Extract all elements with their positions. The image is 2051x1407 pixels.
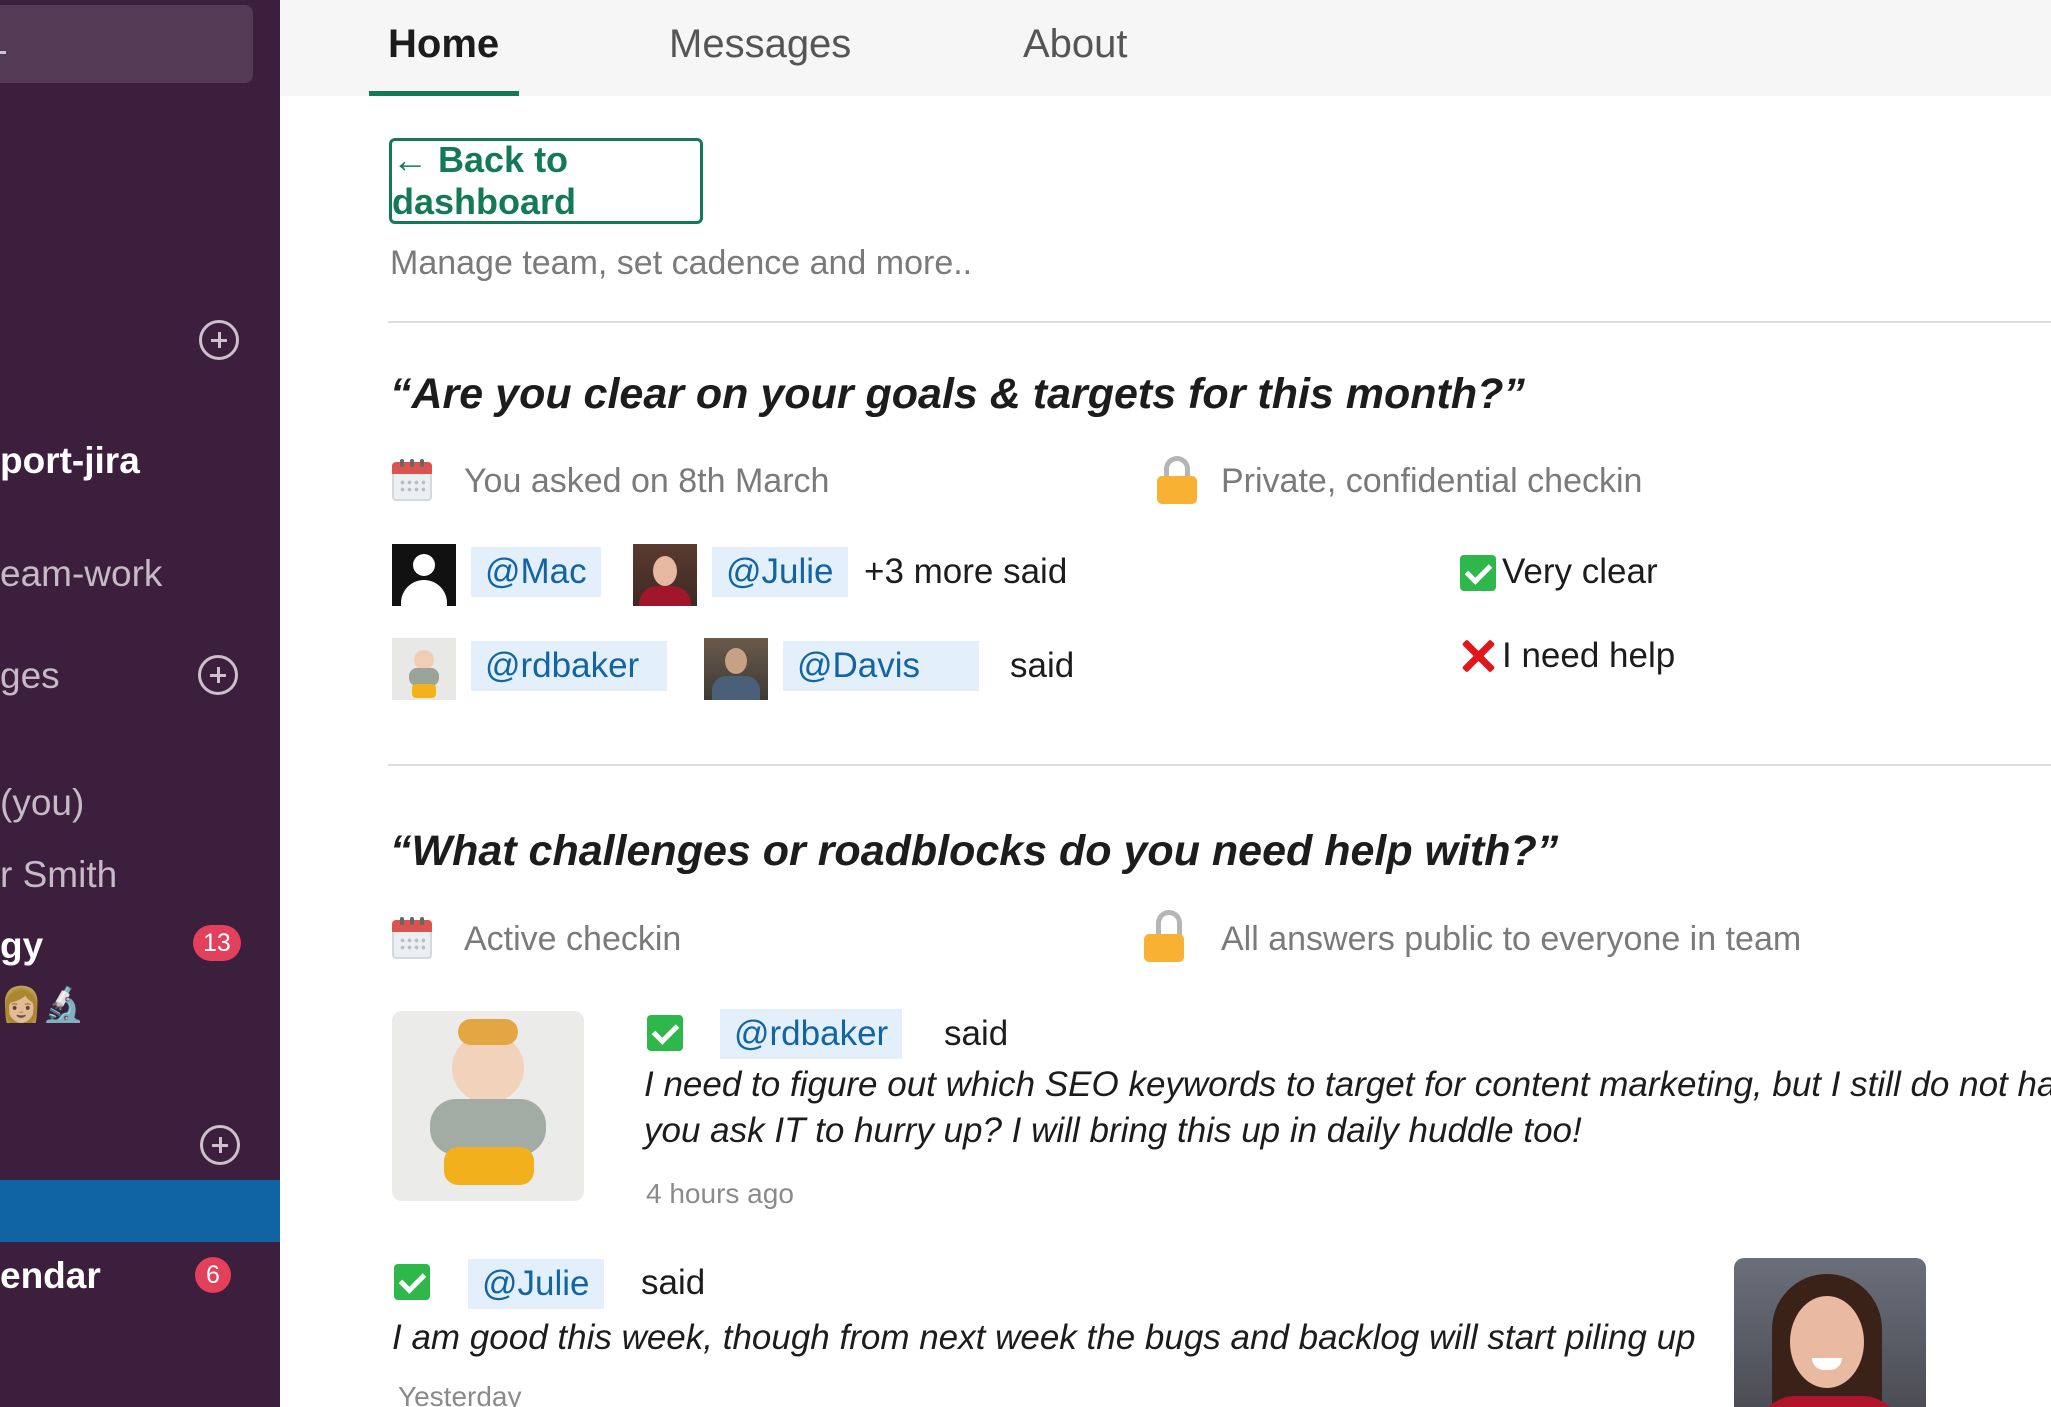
unread-badge: 13 xyxy=(193,925,241,961)
avatar[interactable] xyxy=(633,544,697,606)
sidebar: port-jira eam-work ges (you) r Smith gy … xyxy=(0,0,280,1407)
avatar[interactable] xyxy=(392,544,456,606)
main-content: ← Back to dashboard Manage team, set cad… xyxy=(280,96,2051,1407)
sidebar-item-smith[interactable]: r Smith xyxy=(0,854,117,896)
tab-about[interactable]: About xyxy=(1023,22,1128,67)
checkin-status: Active checkin xyxy=(464,920,682,958)
check-icon xyxy=(647,1015,683,1051)
add-message-icon[interactable] xyxy=(198,655,238,695)
tab-home[interactable]: Home xyxy=(388,22,499,67)
sidebar-item-calendar[interactable]: endar xyxy=(0,1255,101,1297)
divider xyxy=(388,321,2051,323)
sidebar-item-you[interactable]: (you) xyxy=(0,782,84,824)
tab-messages[interactable]: Messages xyxy=(669,22,851,67)
answer-text-line: I need to figure out which SEO keywords … xyxy=(644,1065,2051,1104)
checkin-question: “Are you clear on your goals & targets f… xyxy=(390,370,1525,418)
timestamp: Yesterday xyxy=(398,1381,522,1407)
timestamp: 4 hours ago xyxy=(646,1178,794,1209)
sidebar-item-technology[interactable]: gy xyxy=(0,925,43,967)
avatar[interactable] xyxy=(704,638,768,700)
tab-bar: Home Messages About xyxy=(280,0,2051,96)
lock-icon xyxy=(1157,456,1197,504)
sidebar-section-messages[interactable]: ges xyxy=(0,655,60,697)
said-text: said xyxy=(944,1014,1009,1053)
checkin-question: “What challenges or roadblocks do you ne… xyxy=(390,827,1559,875)
status-emoji-icon: 👩🏼🔬 xyxy=(0,986,85,1024)
user-mention[interactable]: @Mac xyxy=(471,547,601,597)
checkin-privacy: Private, confidential checkin xyxy=(1221,462,1643,500)
avatar[interactable] xyxy=(1734,1258,1926,1407)
answer-text-line: I am good this week, though from next we… xyxy=(392,1318,1696,1357)
said-text: said xyxy=(1010,646,1075,685)
add-channel-icon[interactable] xyxy=(199,320,239,360)
cross-icon xyxy=(1460,638,1496,674)
calendar-icon xyxy=(392,459,432,501)
checkin-date: You asked on 8th March xyxy=(464,462,830,500)
page-subtitle: Manage team, set cadence and more.. xyxy=(390,244,973,282)
more-said-text: +3 more said xyxy=(864,552,1068,591)
checkin-privacy: All answers public to everyone in team xyxy=(1221,920,1802,958)
avatar[interactable] xyxy=(392,638,456,700)
check-icon xyxy=(394,1264,430,1300)
answer-text-line: you ask IT to hurry up? I will bring thi… xyxy=(644,1111,1582,1150)
check-icon xyxy=(1460,555,1496,591)
unlock-icon xyxy=(1144,910,1184,962)
user-mention[interactable]: @Julie xyxy=(712,547,848,597)
sidebar-item-support-jira[interactable]: port-jira xyxy=(0,440,140,482)
sidebar-item-team-work[interactable]: eam-work xyxy=(0,553,162,595)
status-need-help: I need help xyxy=(1502,636,1676,675)
add-app-icon[interactable] xyxy=(200,1125,240,1165)
calendar-icon xyxy=(392,917,432,959)
status-very-clear: Very clear xyxy=(1502,552,1658,591)
sidebar-item-active[interactable] xyxy=(0,1180,280,1242)
search-bar[interactable] xyxy=(0,5,253,83)
user-mention[interactable]: @rdbaker xyxy=(720,1009,903,1059)
avatar[interactable] xyxy=(392,1011,584,1201)
user-mention[interactable]: @rdbaker xyxy=(471,641,667,691)
text-cursor xyxy=(0,51,6,54)
unread-badge: 6 xyxy=(195,1257,231,1293)
divider xyxy=(388,764,2051,766)
said-text: said xyxy=(641,1263,706,1302)
user-mention[interactable]: @Davis xyxy=(783,641,979,691)
user-mention[interactable]: @Julie xyxy=(468,1259,604,1309)
back-to-dashboard-button[interactable]: ← Back to dashboard xyxy=(389,138,703,224)
